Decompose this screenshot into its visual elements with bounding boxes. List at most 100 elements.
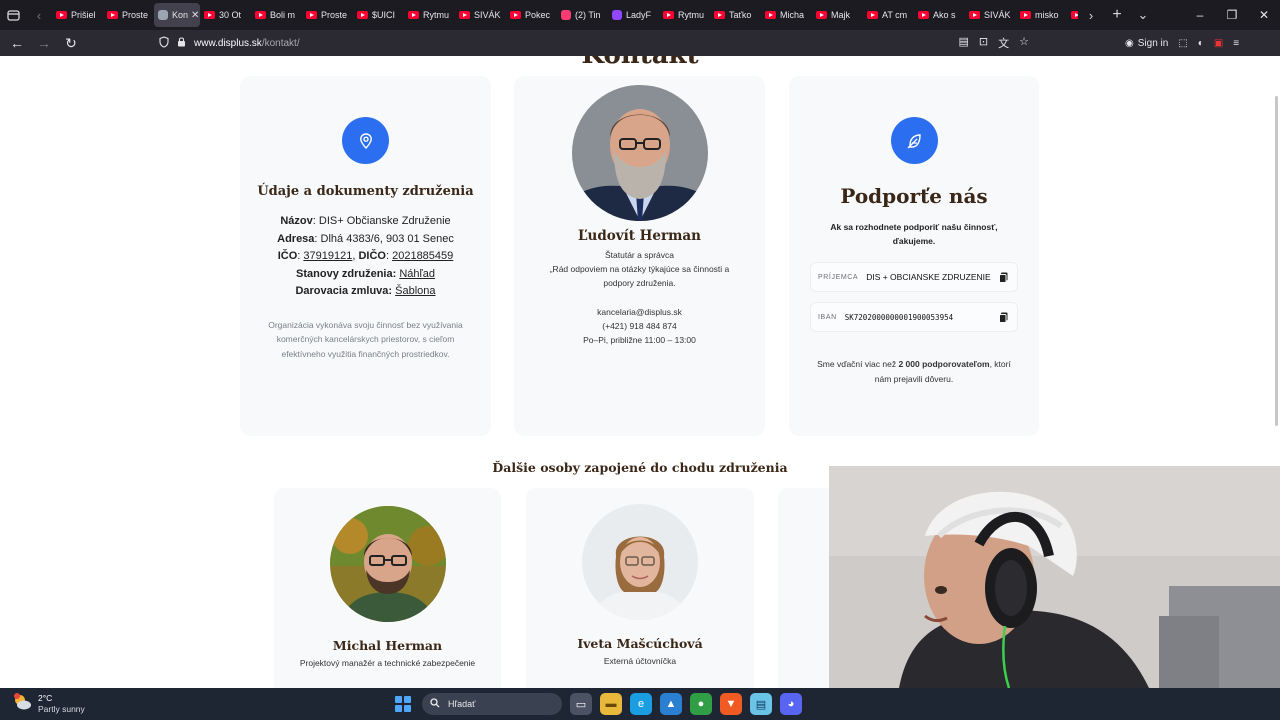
menu-icon[interactable]: ≡ bbox=[1233, 38, 1239, 49]
navigation-bar: ← → ↻ www.displus.sk/kontakt/ ▤ ⊡ 文 ☆ ◉ … bbox=[0, 30, 1280, 56]
browser-tab[interactable]: Rytmu bbox=[404, 3, 455, 27]
dic-link[interactable]: 2021885459 bbox=[392, 250, 453, 262]
restore-icon[interactable]: ❐ bbox=[1216, 0, 1248, 30]
tab-bar: ‹ Prišiel Proste Kon ✕ 30 Ot Boli m Proste $UIC… bbox=[0, 0, 1280, 30]
windows-start-icon[interactable] bbox=[392, 693, 414, 715]
discord-icon[interactable]: ◕ bbox=[780, 693, 802, 715]
tab-label: Pokec bbox=[525, 10, 551, 20]
extensions-icon[interactable]: ⬚ bbox=[1178, 38, 1187, 49]
documents-info: Názov: DIS+ Občianske Združenie Adresa: … bbox=[240, 213, 491, 301]
page-scrollbar[interactable] bbox=[1275, 96, 1278, 426]
shield-icon[interactable] bbox=[159, 35, 169, 51]
youtube-icon bbox=[459, 11, 470, 19]
browser-tab[interactable]: Pokec bbox=[506, 3, 557, 27]
tab-label: Proste bbox=[321, 10, 348, 20]
tab-scroll-left-icon[interactable]: ‹ bbox=[26, 0, 52, 30]
tab-label: $UICI bbox=[372, 10, 396, 20]
browser-tab[interactable]: Micha bbox=[761, 3, 812, 27]
tab-label: Rytmu bbox=[678, 10, 705, 20]
youtube-icon bbox=[56, 11, 67, 19]
forward-icon[interactable]: → bbox=[32, 31, 56, 55]
browser-tab[interactable]: AT cm bbox=[863, 3, 914, 27]
statutes-link[interactable]: Náhľad bbox=[399, 268, 435, 280]
person-name: Ľudovít Herman bbox=[578, 228, 701, 244]
weather-widget[interactable]: 2°C Partly sunny bbox=[12, 692, 85, 716]
name-row: Názov: DIS+ Občianske Združenie bbox=[240, 213, 491, 231]
browser-tab[interactable]: Majk bbox=[812, 3, 863, 27]
close-window-icon[interactable]: ✕ bbox=[1248, 0, 1280, 30]
weather-condition: Partly sunny bbox=[38, 704, 85, 714]
browser-tab[interactable]: Proste bbox=[302, 3, 353, 27]
chrome-icon[interactable]: ● bbox=[690, 693, 712, 715]
photos-icon[interactable]: ▲ bbox=[660, 693, 682, 715]
brave-browser-icon[interactable]: ▼ bbox=[720, 693, 742, 715]
extension-icon[interactable]: ◐ bbox=[1198, 38, 1204, 49]
browser-tab[interactable]: 30 Ot bbox=[200, 3, 251, 27]
screenshot-icon[interactable]: ⊡ bbox=[979, 35, 988, 51]
minimize-icon[interactable]: – bbox=[1184, 0, 1216, 30]
documents-title: Údaje a dokumenty združenia bbox=[257, 184, 474, 199]
site-icon bbox=[158, 10, 168, 20]
url-bar[interactable]: www.displus.sk/kontakt/ ▤ ⊡ 文 ☆ bbox=[159, 32, 1029, 54]
page-title: Kontakt bbox=[0, 56, 1280, 70]
browser-tab[interactable]: Ako s bbox=[914, 3, 965, 27]
donation-template-link[interactable]: Šablona bbox=[395, 285, 435, 297]
youtube-icon bbox=[969, 11, 980, 19]
phone-link[interactable]: (+421) 918 484 874 bbox=[514, 319, 765, 333]
supporters-text: Sme vďační viac než 2 000 podporovateľom… bbox=[814, 357, 1014, 386]
tab-label: Micha bbox=[780, 10, 805, 20]
person-contact: kancelaria@displus.sk (+421) 918 484 874… bbox=[514, 305, 765, 347]
taskbar-search[interactable]: Hľadať bbox=[422, 693, 562, 715]
browser-tab[interactable]: Kon ✕ bbox=[154, 3, 200, 27]
support-text: Ak sa rozhodnete podporiť našu činnosť, … bbox=[830, 222, 998, 246]
donation-row: Darovacia zmluva: Šablona bbox=[295, 285, 436, 297]
extension-badge-icon[interactable]: ▣ bbox=[1214, 38, 1223, 49]
browser-tab[interactable]: $UICI bbox=[353, 3, 404, 27]
notepad-icon[interactable]: ▤ bbox=[750, 693, 772, 715]
supporters-count: 2 000 podporovateľom bbox=[898, 359, 990, 369]
browser-tab[interactable]: Po bbox=[1067, 3, 1078, 27]
close-tab-icon[interactable]: ✕ bbox=[188, 10, 199, 21]
lock-icon[interactable] bbox=[177, 36, 186, 50]
task-view-icon[interactable]: ▭ bbox=[570, 693, 592, 715]
browser-tab[interactable]: Rytmu bbox=[659, 3, 710, 27]
reload-icon[interactable]: ↻ bbox=[59, 31, 83, 55]
browser-tab[interactable]: misko bbox=[1016, 3, 1067, 27]
youtube-icon bbox=[765, 11, 776, 19]
email-link[interactable]: kancelaria@displus.sk bbox=[514, 305, 765, 319]
tab-label: LadyF bbox=[626, 10, 652, 20]
browser-tab[interactable]: Proste bbox=[103, 3, 154, 27]
tab-label: Proste bbox=[122, 10, 149, 20]
partly-sunny-icon bbox=[12, 692, 32, 716]
browser-tab[interactable]: Boli m bbox=[251, 3, 302, 27]
browser-tab[interactable]: SIVÁK bbox=[455, 3, 506, 27]
tab-label: AT cm bbox=[882, 10, 908, 20]
statutes-row: Stanovy združenia: Náhľad bbox=[296, 267, 435, 280]
ico-link[interactable]: 37919121 bbox=[303, 250, 352, 262]
reader-view-icon[interactable]: ▤ bbox=[959, 35, 969, 51]
copy-iban-icon[interactable] bbox=[996, 310, 1010, 324]
tab-list-chevron-icon[interactable]: ⌄ bbox=[1130, 0, 1156, 30]
person-card-iveta: Iveta Mašcúchová Externá účtovníčka bbox=[526, 488, 754, 688]
edge-browser-icon[interactable]: e bbox=[630, 693, 652, 715]
file-explorer-icon[interactable]: ▬ bbox=[600, 693, 622, 715]
name-value: : DIS+ Občianske Združenie bbox=[312, 215, 451, 227]
browser-tab[interactable]: Prišiel bbox=[52, 3, 103, 27]
browser-tab[interactable]: Taťko bbox=[710, 3, 761, 27]
browser-tab[interactable]: (2) Tin bbox=[557, 3, 608, 27]
tab-overview-icon[interactable] bbox=[0, 0, 26, 30]
twitch-icon bbox=[612, 10, 622, 20]
browser-tab[interactable]: LadyF bbox=[608, 3, 659, 27]
tinder-icon bbox=[561, 10, 571, 20]
tab-scroll-right-icon[interactable]: › bbox=[1078, 0, 1104, 30]
person-role: Štatutár a správca bbox=[605, 250, 674, 260]
iban-value: SK7202000000001900053954 bbox=[844, 312, 954, 322]
search-placeholder: Hľadať bbox=[448, 699, 476, 709]
browser-tab[interactable]: SIVÁK bbox=[965, 3, 1016, 27]
back-icon[interactable]: ← bbox=[5, 31, 29, 55]
new-tab-icon[interactable]: + bbox=[1104, 0, 1130, 30]
sign-in-button[interactable]: ◉ Sign in bbox=[1125, 38, 1168, 49]
translate-icon[interactable]: 文 bbox=[998, 35, 1009, 51]
copy-recipient-icon[interactable] bbox=[996, 270, 1010, 284]
bookmark-star-icon[interactable]: ☆ bbox=[1019, 35, 1029, 51]
